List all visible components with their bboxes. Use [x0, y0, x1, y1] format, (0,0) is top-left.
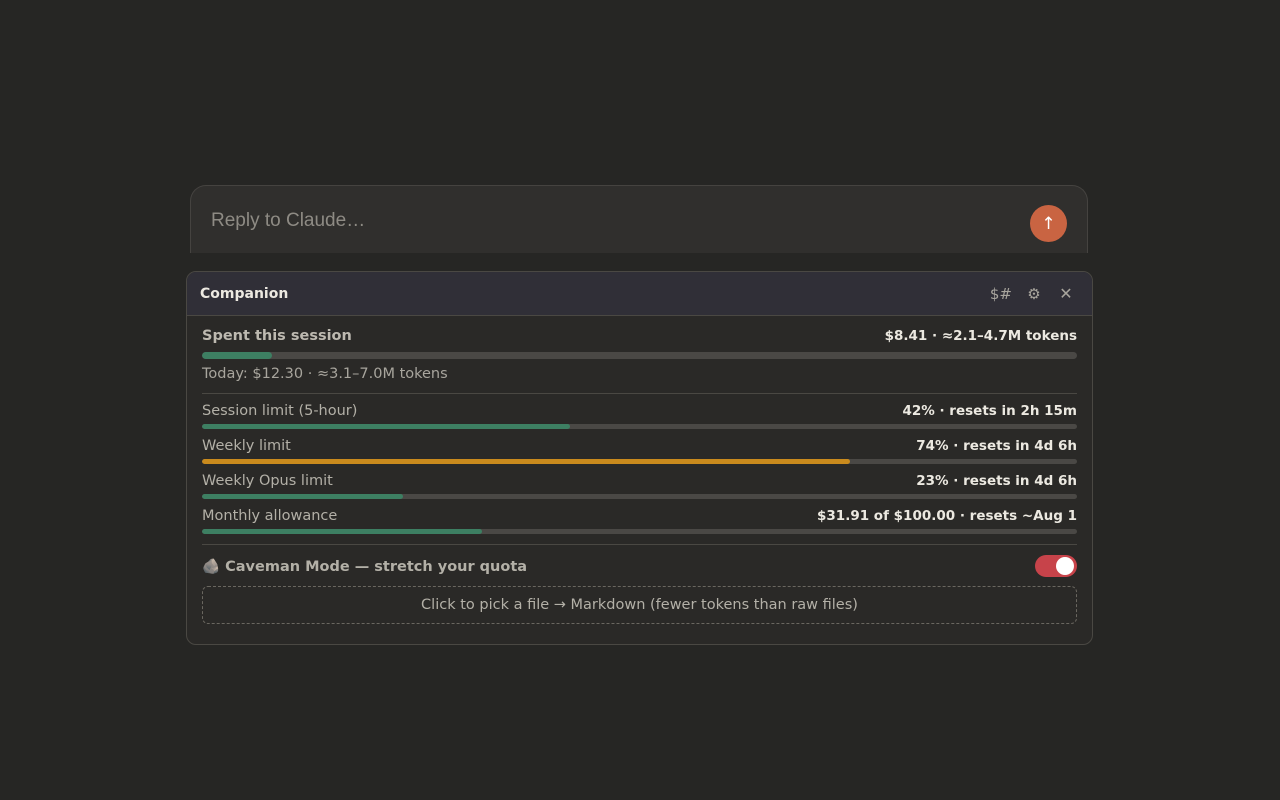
limit-value: 23% · resets in 4d 6h	[916, 473, 1077, 489]
companion-body: Spent this session $8.41 · ≈2.1–4.7M tok…	[187, 328, 1092, 624]
limit-value: 74% · resets in 4d 6h	[916, 438, 1077, 454]
limit-bar-fill	[202, 494, 404, 499]
limit-row: Monthly allowance $31.91 of $100.00 · re…	[202, 508, 1077, 524]
caveman-mode-text: Caveman Mode — stretch your quota	[225, 558, 528, 575]
session-spend-value: $8.41 · ≈2.1–4.7M tokens	[884, 328, 1077, 344]
session-spend-title: Spent this session	[202, 328, 352, 344]
caveman-mode-label: 🪨 Caveman Mode — stretch your quota	[202, 558, 527, 575]
send-button[interactable]: ↑	[1030, 205, 1067, 242]
close-icon[interactable]: ✕	[1057, 284, 1075, 303]
limit-value: 42% · resets in 2h 15m	[902, 403, 1077, 419]
limit-bar-fill	[202, 459, 850, 464]
limit-label: Weekly Opus limit	[202, 473, 333, 489]
gear-icon[interactable]: ⚙	[1025, 285, 1043, 303]
arrow-up-icon: ↑	[1041, 213, 1056, 234]
toggle-knob	[1056, 557, 1074, 575]
reply-input-placeholder[interactable]: Reply to Claude…	[211, 210, 365, 232]
rock-icon: 🪨	[202, 558, 221, 575]
limit-bar-fill	[202, 529, 482, 534]
limit-bar	[202, 494, 1077, 499]
divider	[202, 544, 1077, 545]
reply-composer[interactable]: Reply to Claude… ↑	[190, 185, 1088, 253]
limit-value: $31.91 of $100.00 · resets ~Aug 1	[817, 508, 1077, 524]
file-dropzone[interactable]: Click to pick a file → Markdown (fewer t…	[202, 586, 1077, 624]
divider	[202, 393, 1077, 394]
limit-row: Weekly Opus limit 23% · resets in 4d 6h	[202, 473, 1077, 489]
limits-list: Session limit (5-hour) 42% · resets in 2…	[202, 403, 1077, 534]
dropzone-label: Click to pick a file → Markdown (fewer t…	[421, 597, 858, 613]
panel-title: Companion	[200, 285, 289, 302]
session-spend-bar-fill	[202, 352, 272, 359]
limit-label: Weekly limit	[202, 438, 291, 454]
companion-header: Companion $# ⚙ ✕	[187, 272, 1092, 316]
limit-item: Session limit (5-hour) 42% · resets in 2…	[202, 403, 1077, 429]
caveman-mode-toggle[interactable]	[1035, 555, 1077, 577]
caveman-mode-row: 🪨 Caveman Mode — stretch your quota	[202, 555, 1077, 577]
limit-bar	[202, 424, 1077, 429]
session-spend-bar	[202, 352, 1077, 359]
limit-bar	[202, 529, 1077, 534]
currency-toggle-button[interactable]: $#	[990, 285, 1012, 303]
today-spend: Today: $12.30 · ≈3.1–7.0M tokens	[202, 366, 448, 382]
limit-bar-fill	[202, 424, 570, 429]
limit-item: Monthly allowance $31.91 of $100.00 · re…	[202, 508, 1077, 534]
limit-bar	[202, 459, 1077, 464]
limit-item: Weekly limit 74% · resets in 4d 6h	[202, 438, 1077, 464]
session-spend-row: Spent this session $8.41 · ≈2.1–4.7M tok…	[202, 328, 1077, 344]
limit-label: Monthly allowance	[202, 508, 338, 524]
limit-label: Session limit (5-hour)	[202, 403, 358, 419]
limit-row: Weekly limit 74% · resets in 4d 6h	[202, 438, 1077, 454]
limit-row: Session limit (5-hour) 42% · resets in 2…	[202, 403, 1077, 419]
limit-item: Weekly Opus limit 23% · resets in 4d 6h	[202, 473, 1077, 499]
companion-panel: Companion $# ⚙ ✕ Spent this session $8.4…	[186, 271, 1093, 645]
